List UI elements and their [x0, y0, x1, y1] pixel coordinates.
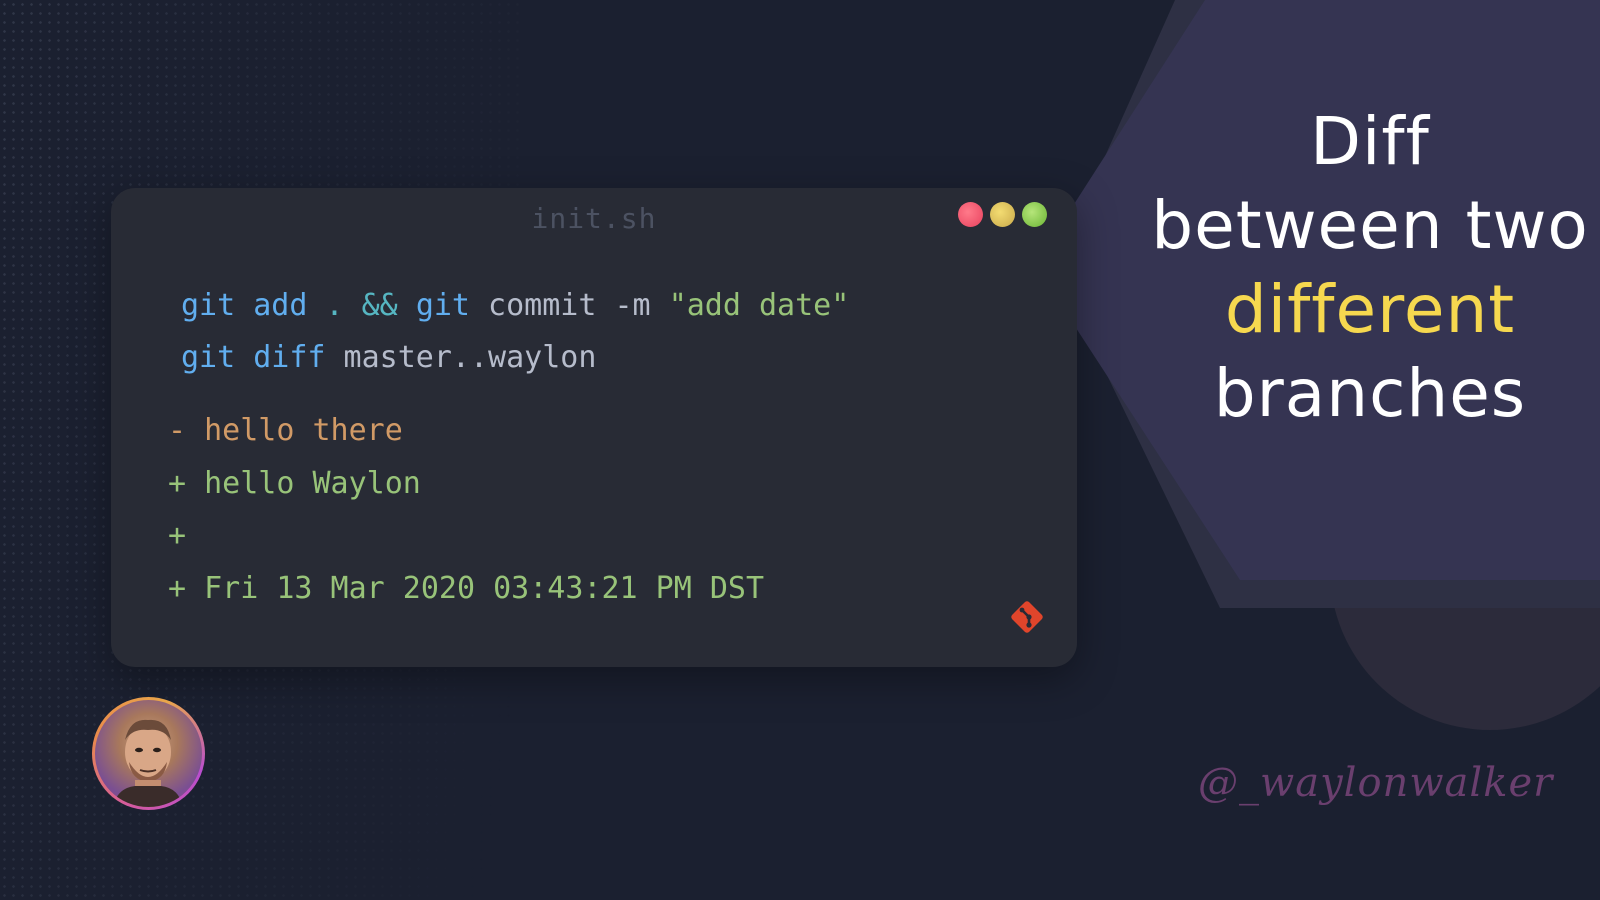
maximize-button[interactable] — [1022, 202, 1047, 227]
window-filename: init.sh — [531, 202, 657, 235]
code-token: commit -m — [470, 288, 669, 323]
diff-line-added: + hello Waylon — [168, 465, 421, 501]
terminal-window: init.sh git add . && git commit -m "add … — [111, 188, 1077, 667]
twitter-handle[interactable]: @_waylonwalker — [1198, 760, 1552, 806]
code-token: . — [325, 288, 344, 323]
code-token: && — [361, 288, 398, 323]
diff-output: - hello there + hello Waylon + + Fri 13 Mar… — [168, 405, 764, 615]
window-controls — [958, 202, 1047, 227]
headline-line-2: between two — [1151, 187, 1589, 264]
code-token: git — [181, 340, 236, 375]
headline: Diff between two different branches — [1140, 100, 1600, 436]
avatar-portrait — [95, 700, 202, 807]
close-button[interactable] — [958, 202, 983, 227]
code-token: diff — [253, 340, 326, 375]
diff-line-added: + — [168, 518, 187, 553]
code-token: git — [415, 288, 470, 323]
command-line: git add . && git commit -m "add date" — [181, 280, 849, 332]
command-line: git diff master..waylon — [181, 332, 849, 384]
command-block: git add . && git commit -m "add date" git… — [181, 280, 849, 384]
code-token: git — [181, 288, 236, 323]
git-icon — [1011, 601, 1043, 633]
headline-line-1: Diff — [1310, 103, 1430, 180]
headline-line-4: branches — [1213, 355, 1527, 432]
minimize-button[interactable] — [990, 202, 1015, 227]
avatar — [92, 697, 205, 810]
diff-line-removed: - hello there — [168, 413, 403, 448]
code-token: master..waylon — [325, 340, 597, 375]
code-token: add — [253, 288, 308, 323]
face-illustration — [113, 719, 183, 807]
diff-line-added: + Fri 13 Mar 2020 03:43:21 PM DST — [168, 570, 765, 606]
headline-line-3: different — [1224, 271, 1516, 348]
code-token: "add date" — [668, 288, 850, 323]
